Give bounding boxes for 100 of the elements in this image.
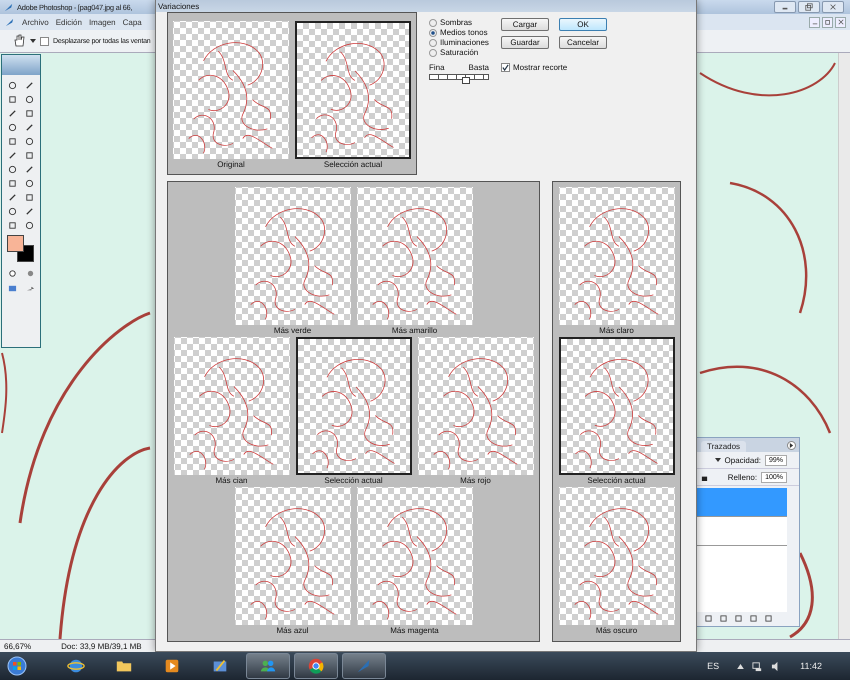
circle-icon — [8, 268, 16, 278]
line-icon — [25, 206, 34, 216]
triangle-icon — [789, 443, 794, 448]
circle-icon — [25, 94, 34, 104]
minimize-button[interactable] — [774, 1, 796, 13]
hand-icon[interactable] — [12, 34, 26, 48]
circle-icon — [25, 220, 34, 230]
lock-icon[interactable] — [701, 474, 708, 480]
menu-item[interactable]: Capa — [122, 18, 142, 26]
close-button[interactable] — [822, 1, 844, 13]
circle-icon — [8, 164, 17, 174]
checkbox-label: Mostrar recorte — [513, 63, 568, 72]
checkbox[interactable] — [40, 36, 49, 46]
dialog-button[interactable]: OK — [559, 18, 607, 31]
sketch-thumbnail[interactable] — [296, 337, 412, 475]
radio-label: Iluminaciones — [440, 38, 489, 47]
sketch-thumbnail[interactable] — [356, 187, 472, 325]
thumbnail-label: Más cian — [215, 476, 248, 485]
panel-action-button[interactable] — [735, 614, 744, 624]
line-icon — [25, 122, 34, 132]
dialog-title: Variaciones — [158, 2, 200, 10]
menu-item[interactable]: Imagen — [88, 18, 116, 26]
line-icon — [8, 192, 17, 202]
close-icon — [829, 3, 837, 11]
radio-label: Sombras — [440, 18, 472, 27]
radio-button[interactable] — [429, 38, 437, 46]
line-icon — [8, 150, 17, 160]
line-icon — [25, 164, 34, 174]
slider-min-label: Fina — [429, 63, 445, 72]
restore-button[interactable] — [798, 1, 820, 13]
square-icon — [765, 614, 772, 622]
circle-icon — [8, 206, 17, 216]
sketch-thumbnail[interactable] — [234, 187, 350, 325]
thumbnail-label: Selección actual — [324, 160, 382, 169]
dialog-button[interactable]: Guardar — [501, 36, 549, 49]
sketch-thumbnail[interactable] — [558, 337, 674, 475]
taskbar-button[interactable] — [294, 653, 338, 679]
sketch-thumbnail[interactable] — [173, 21, 289, 159]
sketch-thumbnail[interactable] — [418, 337, 534, 475]
square-icon — [720, 614, 727, 622]
thumbnail-label: Más claro — [599, 326, 634, 335]
slider-thumb[interactable] — [462, 77, 470, 84]
caret-icon[interactable] — [30, 39, 36, 43]
panel-action-button[interactable] — [720, 614, 729, 624]
square-icon — [8, 94, 17, 104]
radio-button[interactable] — [429, 28, 437, 36]
panel-action-button[interactable] — [750, 614, 759, 624]
dialog-button[interactable]: Cancelar — [559, 36, 607, 49]
restore-button[interactable] — [822, 16, 833, 28]
thumbnail-label: Original — [217, 160, 245, 169]
thumbnail-label: Más rojo — [460, 476, 491, 485]
line-icon — [8, 108, 17, 118]
restore-icon — [824, 19, 830, 25]
restore-icon — [805, 3, 813, 11]
scrollbar[interactable] — [838, 53, 850, 639]
globe-icon — [67, 657, 85, 675]
radio-button[interactable] — [429, 48, 437, 56]
sketch-thumbnail[interactable] — [356, 487, 472, 625]
menu-item[interactable]: Edición — [56, 18, 82, 26]
thumbnail-label: Más verde — [274, 326, 312, 335]
sketch-thumbnail[interactable] — [558, 487, 674, 625]
square-icon — [705, 614, 712, 622]
panel-menu-button[interactable] — [787, 441, 796, 450]
language-indicator[interactable]: ES — [707, 661, 720, 671]
color-swatches-icon[interactable] — [6, 235, 36, 263]
sketch-thumbnail[interactable] — [174, 337, 290, 475]
network-icon[interactable] — [752, 660, 764, 672]
sketch-thumbnail[interactable] — [295, 21, 411, 159]
caret-icon[interactable] — [714, 458, 721, 462]
square-icon — [25, 192, 34, 202]
square-icon — [25, 150, 34, 160]
clock[interactable]: 11:42 — [800, 661, 822, 671]
square-icon — [8, 136, 17, 146]
panel-action-button[interactable] — [705, 614, 714, 624]
panel-tab[interactable]: Trazados — [701, 441, 746, 452]
square-icon — [750, 614, 757, 622]
thumbnail-label: Más amarillo — [392, 326, 438, 335]
close-button[interactable] — [835, 16, 846, 28]
sketch-thumbnail[interactable] — [558, 187, 674, 325]
slider-max-label: Basta — [468, 63, 489, 72]
checkbox[interactable] — [501, 63, 510, 72]
thumbnail-label: Selección actual — [324, 476, 383, 485]
panel-action-button[interactable] — [765, 614, 774, 624]
chrome-icon — [307, 657, 325, 675]
thumbnail-label: Selección actual — [587, 476, 646, 485]
checkmark-icon — [502, 64, 509, 71]
sketch-thumbnail[interactable] — [234, 487, 350, 625]
document-size: Doc: 33,9 MB/39,1 MB — [61, 642, 142, 650]
taskbar-button[interactable] — [246, 653, 290, 679]
dialog-button[interactable]: Cargar — [501, 18, 549, 31]
thumbnail-label: Más azul — [276, 626, 308, 635]
window-icon — [8, 284, 16, 292]
up-arrow-icon[interactable] — [737, 664, 744, 668]
circle-icon — [25, 178, 34, 188]
feather-icon — [4, 16, 15, 28]
menu-item[interactable]: Archivo — [22, 18, 49, 26]
radio-button[interactable] — [429, 18, 437, 26]
square-icon — [8, 220, 17, 230]
start-orb-icon — [7, 656, 27, 676]
play-icon — [163, 657, 181, 675]
